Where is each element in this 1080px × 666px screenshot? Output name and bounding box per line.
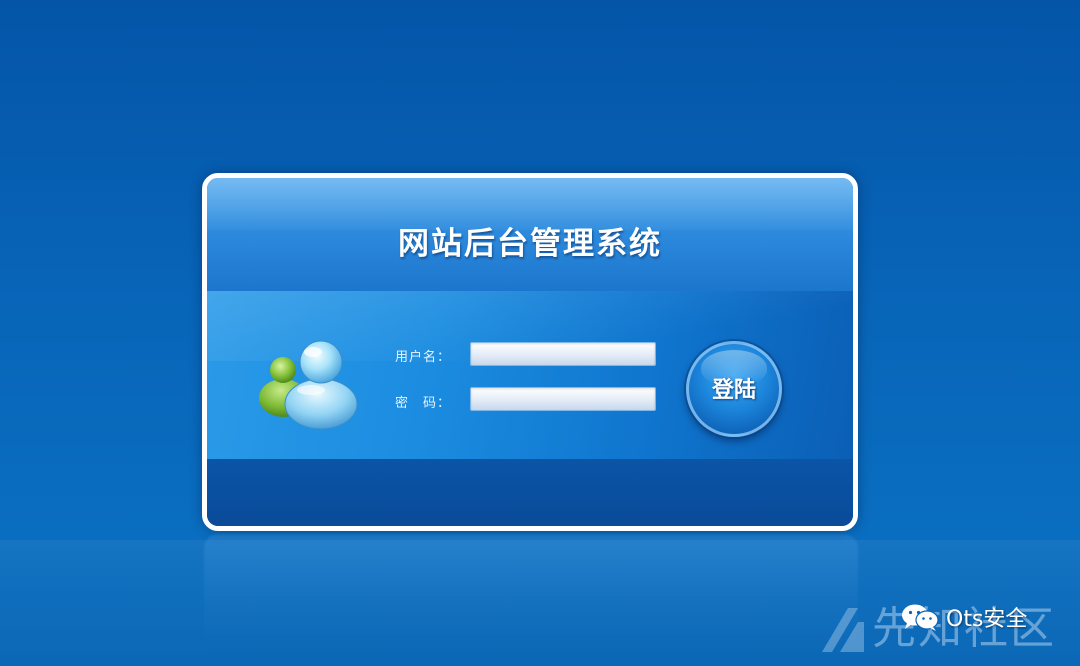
panel-footer	[207, 459, 853, 526]
login-button[interactable]: 登陆	[686, 341, 782, 437]
username-label: 用户名：	[395, 350, 452, 365]
page-title: 网站后台管理系统	[398, 226, 662, 262]
wechat-icon	[902, 604, 939, 631]
username-input[interactable]	[470, 342, 656, 366]
xz-logo-icon	[822, 608, 864, 652]
login-panel: 网站后台管理系统 用户名： 密 码： 登陆	[202, 173, 858, 531]
wechat-account-text: Ots安全	[946, 607, 1028, 632]
wechat-watermark: Ots安全	[900, 602, 1027, 632]
login-button-label: 登陆	[711, 377, 756, 402]
users-icon	[259, 340, 358, 430]
password-label: 密 码：	[395, 396, 452, 411]
panel-reflection	[204, 534, 858, 654]
password-input[interactable]	[470, 387, 656, 411]
